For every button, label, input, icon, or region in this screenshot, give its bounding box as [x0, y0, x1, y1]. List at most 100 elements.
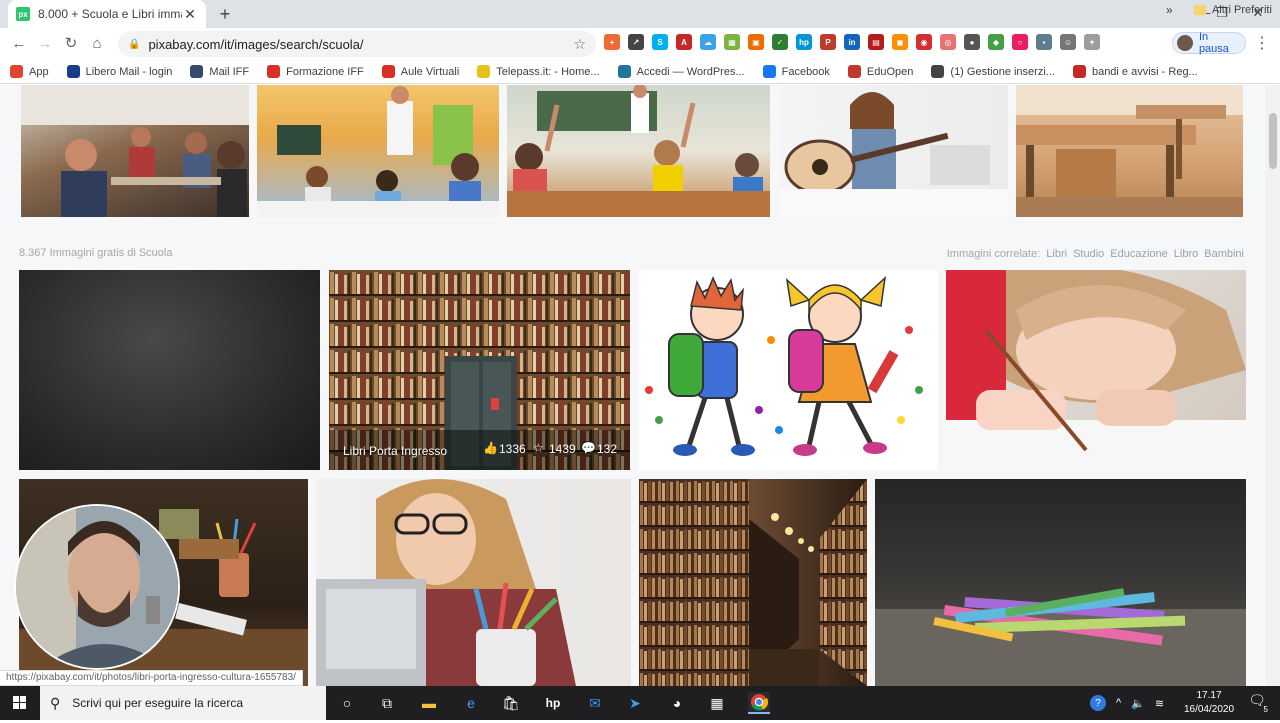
- notification-center-icon[interactable]: 🗨 5: [1246, 692, 1268, 714]
- bookmarks-overflow-button[interactable]: »: [1166, 3, 1173, 17]
- other-bookmarks-folder[interactable]: Altri Preferiti: [1194, 4, 1272, 16]
- hp-extension-icon[interactable]: hp: [796, 34, 812, 50]
- extension-check-icon[interactable]: ✓: [772, 34, 788, 50]
- favorites-star-icon[interactable]: ☆: [533, 441, 544, 455]
- new-tab-button[interactable]: +: [214, 4, 236, 26]
- store-icon[interactable]: 🛍: [500, 692, 522, 714]
- woman-laptop-pencil-photo[interactable]: [316, 479, 631, 686]
- file-explorer-icon[interactable]: ▬: [418, 692, 440, 714]
- reload-button[interactable]: ↻: [60, 33, 82, 55]
- show-hidden-icons-chevron-icon[interactable]: ^: [1116, 697, 1121, 709]
- chrome-taskbar-icon[interactable]: [748, 692, 770, 714]
- tab-pixabay[interactable]: px 8.000 + Scuola e Libri immagini gr ✕: [8, 0, 206, 28]
- close-tab-icon[interactable]: ✕: [182, 6, 198, 23]
- blackboard-photo[interactable]: [19, 270, 320, 470]
- extension-box-icon[interactable]: ▣: [748, 34, 764, 50]
- task-view-icon[interactable]: ⧉: [376, 692, 398, 714]
- extension-squares-icon[interactable]: ▪: [1036, 34, 1052, 50]
- volume-icon[interactable]: 🔈: [1131, 697, 1145, 710]
- send-app-icon[interactable]: ➤: [624, 692, 646, 714]
- extension-bulb-icon[interactable]: ●: [964, 34, 980, 50]
- bookmark-item[interactable]: EduOpen: [847, 65, 913, 78]
- woman-laptop-art: [316, 479, 576, 686]
- edge-browser-icon[interactable]: e: [460, 692, 482, 714]
- cortana-icon[interactable]: ○: [336, 692, 358, 714]
- onedrive-icon[interactable]: ☁: [700, 34, 716, 50]
- home-button[interactable]: ⌂: [86, 33, 108, 55]
- extension-bag-icon[interactable]: ◼: [892, 34, 908, 50]
- classroom-teacher-photo[interactable]: [257, 85, 499, 217]
- calculator-icon[interactable]: ▦: [706, 692, 728, 714]
- extension-color-icon[interactable]: ◆: [988, 34, 1004, 50]
- paint-app-icon[interactable]: ◕: [666, 692, 688, 714]
- back-button[interactable]: ←: [8, 33, 30, 55]
- taskbar-clock[interactable]: 17.17 16/04/2020: [1178, 689, 1240, 717]
- related-link-libro[interactable]: Libro: [1174, 248, 1198, 260]
- page-scrollbar[interactable]: [1266, 85, 1280, 686]
- girl-guitar-photo[interactable]: [780, 85, 1008, 217]
- extension-target-icon[interactable]: ◎: [940, 34, 956, 50]
- profile-button[interactable]: In pausa: [1172, 31, 1246, 55]
- skype-icon[interactable]: S: [652, 34, 668, 50]
- forward-button[interactable]: →: [34, 33, 56, 55]
- help-icon[interactable]: ?: [1090, 695, 1106, 711]
- bookmark-label: (1) Gestione inserzi...: [950, 65, 1055, 78]
- bookmark-item[interactable]: Telepass.it: - Home...: [477, 65, 600, 78]
- bookmark-item[interactable]: Libero Mail - login: [66, 65, 172, 78]
- address-bar[interactable]: 🔒 pixabay.com/it/images/search/scuola/ ☆: [118, 31, 596, 57]
- wifi-icon[interactable]: ≋: [1155, 697, 1164, 710]
- linkedin-extension-icon[interactable]: in: [844, 34, 860, 50]
- extension-printer-icon[interactable]: ▤: [868, 34, 884, 50]
- cartoon-kids-backpacks-illustration[interactable]: [639, 270, 938, 470]
- url-text[interactable]: pixabay.com/it/images/search/scuola/: [148, 37, 573, 52]
- telepass-icon: [477, 65, 491, 78]
- extensions-puzzle-icon[interactable]: ✦: [1084, 34, 1100, 50]
- formazione-icon: [267, 65, 281, 78]
- windows-taskbar: ⚲ Scrivi qui per eseguire la ricerca ○ ⧉…: [0, 686, 1280, 720]
- bookmark-star-icon[interactable]: ☆: [573, 36, 586, 53]
- extension-grid-icon[interactable]: ▦: [724, 34, 740, 50]
- chrome-menu-icon[interactable]: ⋮: [1254, 33, 1270, 53]
- extension-camera-icon[interactable]: ◉: [916, 34, 932, 50]
- extension-face-icon[interactable]: ☺: [1060, 34, 1076, 50]
- child-drawing-photo[interactable]: [946, 270, 1246, 470]
- books-door-photo[interactable]: Libri Porta Ingresso 👍 1336 ☆ 1439 💬 132: [329, 270, 630, 470]
- bookmark-item[interactable]: Mail IFF: [190, 65, 249, 78]
- classroom-raising-hands-photo[interactable]: [507, 85, 770, 217]
- bookmark-item[interactable]: Accedi — WordPres...: [617, 65, 745, 78]
- extension-plus-icon[interactable]: +: [604, 34, 620, 50]
- bookmark-item[interactable]: (1) Gestione inserzi...: [931, 65, 1055, 78]
- books-door-art: [329, 270, 630, 470]
- bookmark-item[interactable]: bandi e avvisi - Reg...: [1072, 65, 1198, 78]
- hp-app-icon[interactable]: hp: [542, 692, 564, 714]
- library-corridor-photo[interactable]: [639, 479, 867, 686]
- bookmark-item[interactable]: Facebook: [762, 65, 830, 78]
- extension-ring-icon[interactable]: ○: [1012, 34, 1028, 50]
- bookmark-label: Formazione IFF: [286, 65, 364, 78]
- start-button[interactable]: [0, 686, 40, 720]
- classroom-students-art: [21, 85, 249, 217]
- wordpress-icon: [617, 65, 631, 78]
- child-drawing-art: [946, 270, 1246, 470]
- gestione-icon: [931, 65, 945, 78]
- outlook-icon[interactable]: ✉: [584, 692, 606, 714]
- colored-pencils-photo[interactable]: [875, 479, 1246, 686]
- bookmark-label: App: [29, 65, 49, 78]
- classroom-students-photo[interactable]: [21, 85, 249, 217]
- bookmark-item[interactable]: App: [10, 65, 49, 78]
- bookmark-item[interactable]: Aule Virtuali: [381, 65, 459, 78]
- related-link-libri[interactable]: Libri: [1046, 248, 1067, 260]
- colored-pencils-art: [875, 588, 1246, 686]
- likes-icon[interactable]: 👍: [483, 441, 498, 455]
- related-link-studio[interactable]: Studio: [1073, 248, 1104, 260]
- related-link-educazione[interactable]: Educazione: [1110, 248, 1168, 260]
- pdf-extension-icon[interactable]: P: [820, 34, 836, 50]
- comments-icon[interactable]: 💬: [581, 441, 596, 455]
- scrollbar-thumb[interactable]: [1269, 113, 1277, 169]
- extension-rocket-icon[interactable]: ↗: [628, 34, 644, 50]
- taskbar-search-box[interactable]: ⚲ Scrivi qui per eseguire la ricerca: [40, 686, 326, 720]
- bookmark-item[interactable]: Formazione IFF: [267, 65, 364, 78]
- empty-classroom-desks-photo[interactable]: [1016, 85, 1243, 217]
- related-link-bambini[interactable]: Bambini: [1204, 248, 1244, 260]
- extension-abp-icon[interactable]: A: [676, 34, 692, 50]
